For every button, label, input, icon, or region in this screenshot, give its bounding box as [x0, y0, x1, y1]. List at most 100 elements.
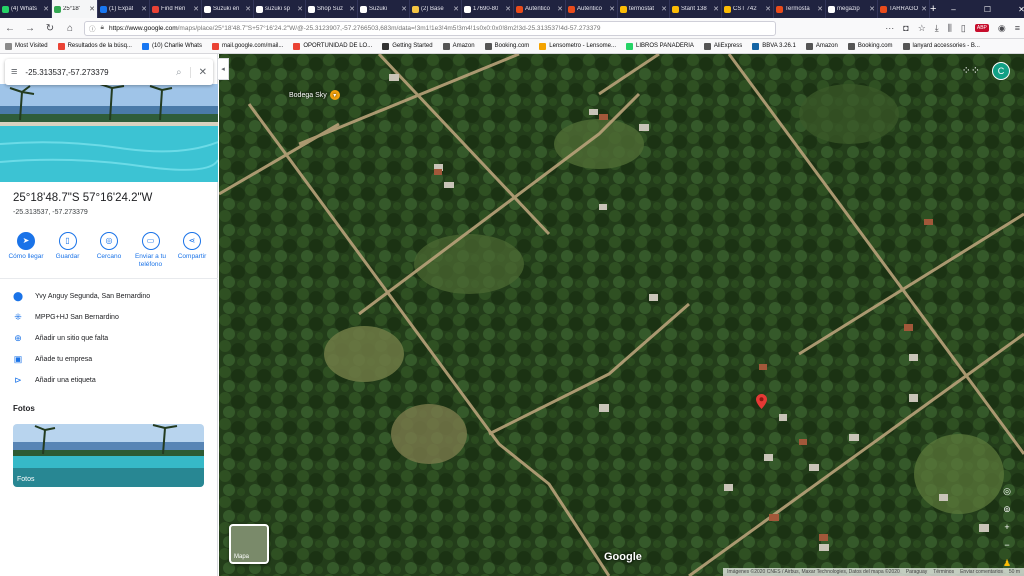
browser-tab[interactable]: (4) Whats ✕: [0, 0, 52, 18]
browser-tab[interactable]: TARRAGO ✕: [878, 0, 930, 18]
adblock-icon[interactable]: ABP: [974, 24, 989, 32]
photos-card[interactable]: Fotos: [13, 424, 204, 487]
lock-icon[interactable]: 🔒︎: [101, 24, 104, 32]
close-tab-icon[interactable]: ✕: [765, 5, 771, 13]
browser-tab[interactable]: Termosta ✕: [774, 0, 826, 18]
url-bar[interactable]: ⓘ 🔒︎ https://www.google.com/maps/place/2…: [84, 20, 776, 36]
compass-icon[interactable]: ◎: [998, 486, 1016, 500]
back-icon[interactable]: ←: [4, 23, 16, 34]
close-tab-icon[interactable]: ✕: [141, 5, 147, 13]
browser-tab[interactable]: Find Ren ✕: [150, 0, 202, 18]
avatar[interactable]: C: [992, 62, 1010, 80]
close-tab-icon[interactable]: ✕: [817, 5, 823, 13]
location-pin-marker[interactable]: [756, 394, 767, 409]
pocket-icon[interactable]: ◘: [903, 23, 908, 33]
bookmark-item[interactable]: (10) Charlie Whats: [141, 42, 202, 50]
close-tab-icon[interactable]: ✕: [869, 5, 875, 13]
browser-tab[interactable]: Shop Suz ✕: [306, 0, 358, 18]
bookmark-item[interactable]: LIBROS PANADERIA: [626, 42, 694, 50]
browser-tab[interactable]: Suzuki ✕: [358, 0, 410, 18]
zoom-in-button[interactable]: +: [998, 522, 1016, 536]
browser-tab[interactable]: megazip ✕: [826, 0, 878, 18]
menu-icon[interactable]: ≡: [1015, 23, 1020, 33]
reload-icon[interactable]: ↻: [44, 23, 56, 34]
close-tab-icon[interactable]: ✕: [89, 5, 95, 13]
close-tab-icon[interactable]: ✕: [43, 5, 49, 13]
bookmark-item[interactable]: Resultados de la búsq...: [57, 42, 132, 50]
page-actions-icon[interactable]: ···: [885, 23, 894, 33]
layers-toggle[interactable]: Mapa: [229, 524, 269, 564]
browser-tab[interactable]: (1) Expat ✕: [98, 0, 150, 18]
minimize-icon[interactable]: –: [936, 5, 970, 14]
close-tab-icon[interactable]: ✕: [401, 5, 407, 13]
browser-tab[interactable]: 25°18' ✕: [52, 0, 98, 18]
my-location-icon[interactable]: ⊚: [998, 504, 1016, 518]
close-tab-icon[interactable]: ✕: [193, 5, 199, 13]
close-tab-icon[interactable]: ✕: [557, 5, 563, 13]
forward-icon[interactable]: →: [24, 23, 36, 34]
poi-marker[interactable]: Bodega Sky ▾: [289, 90, 340, 100]
camera-icon[interactable]: ◉: [998, 23, 1006, 34]
bookmark-item[interactable]: AliExpress: [703, 42, 742, 50]
browser-tab[interactable]: termostat ✕: [618, 0, 670, 18]
browser-tab[interactable]: CST 742 ✕: [722, 0, 774, 18]
star-icon[interactable]: ☆: [918, 23, 926, 34]
bookmark-item[interactable]: Amazon: [442, 42, 475, 50]
action-nearby-button[interactable]: ◎ Cercano: [89, 232, 129, 269]
close-tab-icon[interactable]: ✕: [297, 5, 303, 13]
bookmark-item[interactable]: mail.google.com/mail...: [211, 42, 283, 50]
browser-tab[interactable]: Auténtico ✕: [514, 0, 566, 18]
close-tab-icon[interactable]: ✕: [661, 5, 667, 13]
browser-tab[interactable]: 17690-80 ✕: [462, 0, 514, 18]
info-row[interactable]: ⬤ Yvy Anguy Segunda, San Bernardino: [13, 291, 150, 302]
attribution-item[interactable]: Enviar comentarios: [960, 569, 1003, 575]
maximize-icon[interactable]: ☐: [970, 5, 1004, 14]
close-tab-icon[interactable]: ✕: [609, 5, 615, 13]
close-window-icon[interactable]: ✕: [1004, 5, 1024, 14]
info-row[interactable]: ⊕ Añadir un sitio que falta: [13, 333, 108, 344]
action-directions-button[interactable]: ➤ Cómo llegar: [6, 232, 46, 269]
browser-tab[interactable]: Auténtico ✕: [566, 0, 618, 18]
bookmark-item[interactable]: Lensometro - Lensome...: [539, 42, 616, 50]
sidebar-icon[interactable]: ▯: [961, 23, 966, 34]
close-tab-icon[interactable]: ✕: [349, 5, 355, 13]
clear-search-icon[interactable]: ✕: [189, 66, 207, 78]
close-tab-icon[interactable]: ✕: [453, 5, 459, 13]
bookmark-item[interactable]: lanyard accessories - B...: [902, 42, 980, 50]
close-tab-icon[interactable]: ✕: [921, 5, 927, 13]
action-share-button[interactable]: ⋖ Compartir: [172, 232, 212, 269]
close-tab-icon[interactable]: ✕: [505, 5, 511, 13]
bookmark-item[interactable]: Most Visited: [5, 42, 48, 50]
bookmark-item[interactable]: Booking.com: [847, 42, 893, 50]
library-icon[interactable]: ⫼: [948, 23, 952, 34]
download-icon[interactable]: ⤓: [935, 23, 939, 34]
hamburger-menu-icon[interactable]: ≡: [11, 66, 17, 78]
action-send-to-phone-button[interactable]: ▭ Enviar a tu teléfono: [131, 232, 171, 269]
home-icon[interactable]: ⌂: [64, 23, 76, 34]
close-tab-icon[interactable]: ✕: [713, 5, 719, 13]
place-hero-photo[interactable]: [0, 84, 218, 182]
browser-tab[interactable]: Suzuki en ✕: [202, 0, 254, 18]
search-icon[interactable]: ⌕: [176, 67, 182, 78]
bookmark-item[interactable]: OPORTUNIDAD DE LO...: [293, 42, 372, 50]
browser-tab[interactable]: Stant 138 ✕: [670, 0, 722, 18]
zoom-out-button[interactable]: −: [998, 540, 1016, 554]
google-apps-icon[interactable]: ⁘⁘: [962, 64, 980, 77]
attribution-item[interactable]: Términos: [933, 569, 954, 575]
info-row[interactable]: ▣ Añade tu empresa: [13, 354, 92, 365]
bookmark-item[interactable]: BBVA 3.26.1: [752, 42, 796, 50]
close-tab-icon[interactable]: ✕: [245, 5, 251, 13]
bookmark-item[interactable]: Booking.com: [484, 42, 529, 50]
action-bookmark-button[interactable]: ▯ Guardar: [48, 232, 88, 269]
info-icon[interactable]: ⓘ: [89, 23, 96, 33]
info-row[interactable]: ⁜ MPPG+HJ San Bernardino: [13, 312, 119, 323]
search-input[interactable]: [25, 67, 168, 77]
bookmark-item[interactable]: Getting Started: [382, 42, 433, 50]
collapse-panel-button[interactable]: ◂: [218, 58, 229, 80]
attribution-item[interactable]: 50 m: [1009, 569, 1020, 575]
bookmark-item[interactable]: Amazon: [805, 42, 838, 50]
browser-tab[interactable]: (2) Base ✕: [410, 0, 462, 18]
info-row[interactable]: ⊳ Añadir una etiqueta: [13, 375, 96, 386]
browser-tab[interactable]: suzuki sp ✕: [254, 0, 306, 18]
satellite-map[interactable]: Bodega Sky ▾ ⁘⁘ C Mapa ◎ ⊚ + − ♟ Google …: [219, 54, 1024, 576]
